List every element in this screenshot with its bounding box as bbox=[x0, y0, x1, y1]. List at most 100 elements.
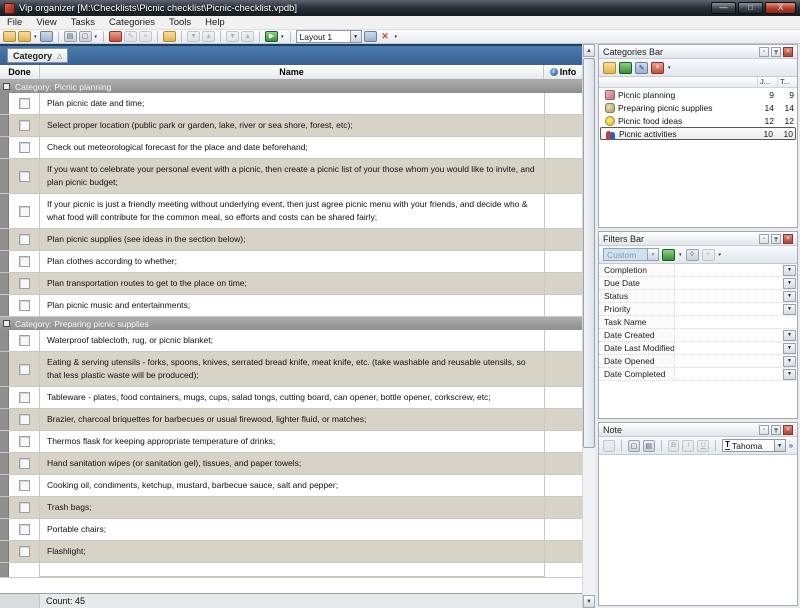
task-row[interactable]: Cooking oil, condiments, ketchup, mustar… bbox=[0, 475, 582, 497]
chevron-down-icon[interactable]: ▼ bbox=[783, 343, 796, 354]
task-row[interactable]: Hand sanitation wipes (or sanitation gel… bbox=[0, 453, 582, 475]
category-item[interactable]: Picnic planning99 bbox=[600, 88, 796, 101]
chevron-down-icon[interactable]: ▼ bbox=[783, 304, 796, 315]
scrollbar-thumb[interactable] bbox=[583, 58, 595, 448]
task-row[interactable]: Portable chairs; bbox=[0, 519, 582, 541]
chevron-down-icon[interactable]: ▼ bbox=[647, 249, 658, 260]
close-button[interactable]: X bbox=[765, 2, 796, 14]
task-row[interactable]: Plan picnic date and time; bbox=[0, 93, 582, 115]
task-checkbox[interactable] bbox=[19, 546, 30, 557]
filter-value-field[interactable] bbox=[675, 342, 783, 354]
task-row[interactable]: Flashlight; bbox=[0, 541, 582, 563]
toolbar-overflow-icon[interactable]: » bbox=[789, 441, 793, 450]
category-group-header[interactable]: Category: Picnic planning bbox=[0, 80, 582, 93]
task-row[interactable]: Trash bags; bbox=[0, 497, 582, 519]
task-checkbox[interactable] bbox=[19, 414, 30, 425]
task-row[interactable]: Waterproof tablecloth, rug, or picnic bl… bbox=[0, 330, 582, 352]
task-checkbox[interactable] bbox=[19, 142, 30, 153]
minimize-button[interactable]: — bbox=[711, 2, 736, 14]
save-icon[interactable] bbox=[40, 31, 53, 42]
chevron-down-icon[interactable]: ▾ bbox=[280, 34, 285, 40]
panel-close-icon[interactable]: × bbox=[783, 234, 793, 244]
delete-category-icon[interactable]: × bbox=[651, 62, 664, 74]
filter-value-field[interactable] bbox=[675, 290, 783, 302]
chevron-down-icon[interactable]: ▼ bbox=[783, 369, 796, 380]
print-preview-icon[interactable]: ▢ bbox=[79, 31, 92, 42]
collapse-icon[interactable] bbox=[3, 83, 10, 90]
task-notes-icon[interactable] bbox=[163, 31, 176, 42]
task-checkbox[interactable] bbox=[19, 278, 30, 289]
categories-col2-header[interactable]: T... bbox=[777, 77, 797, 87]
task-checkbox[interactable] bbox=[19, 458, 30, 469]
filter-value-field[interactable] bbox=[675, 316, 797, 328]
task-checkbox[interactable] bbox=[19, 171, 30, 182]
chevron-down-icon[interactable]: ▼ bbox=[783, 291, 796, 302]
menu-tasks[interactable]: Tasks bbox=[64, 17, 102, 28]
scroll-down-icon[interactable]: ▼ bbox=[583, 595, 595, 608]
panel-maximize-icon[interactable]: ▫ bbox=[759, 47, 769, 57]
maximize-button[interactable]: □ bbox=[738, 2, 763, 14]
task-row[interactable]: If you want to celebrate your personal e… bbox=[0, 159, 582, 194]
menu-view[interactable]: View bbox=[29, 17, 63, 28]
menu-tools[interactable]: Tools bbox=[162, 17, 198, 28]
task-checkbox[interactable] bbox=[19, 392, 30, 403]
toolbar-overflow-icon[interactable]: ▾ bbox=[667, 65, 672, 71]
scroll-up-icon[interactable]: ▲ bbox=[583, 44, 595, 57]
task-row[interactable]: Check out meteorological forecast for th… bbox=[0, 137, 582, 159]
filter-value-field[interactable] bbox=[675, 355, 783, 367]
collapse-icon[interactable] bbox=[3, 320, 10, 327]
apply-filter-dropdown-icon[interactable]: ▾ bbox=[678, 252, 683, 258]
chevron-down-icon[interactable]: ▼ bbox=[783, 356, 796, 367]
filter-value-field[interactable] bbox=[675, 303, 783, 315]
chevron-down-icon[interactable]: ▼ bbox=[350, 31, 361, 42]
categories-col1-header[interactable]: J... bbox=[757, 77, 777, 87]
menu-categories[interactable]: Categories bbox=[102, 17, 162, 28]
category-item[interactable]: Picnic food ideas1212 bbox=[600, 114, 796, 127]
task-row[interactable]: Plan picnic music and entertainments; bbox=[0, 295, 582, 317]
task-checkbox[interactable] bbox=[19, 300, 30, 311]
filter-preset-combo[interactable]: Custom ▼ bbox=[603, 248, 659, 261]
task-checkbox[interactable] bbox=[19, 364, 30, 375]
task-checkbox[interactable] bbox=[19, 335, 30, 346]
task-row[interactable]: Plan transportation routes to get to the… bbox=[0, 273, 582, 295]
grid-vertical-scrollbar[interactable]: ▲ ▼ bbox=[582, 44, 595, 608]
chevron-down-icon[interactable]: ▾ bbox=[33, 34, 38, 40]
column-header-info[interactable]: i Info bbox=[544, 65, 582, 79]
chevron-down-icon[interactable]: ▼ bbox=[783, 265, 796, 276]
chevron-down-icon[interactable]: ▼ bbox=[783, 278, 796, 289]
layout-combo[interactable]: Layout 1▼ bbox=[296, 30, 362, 43]
task-checkbox[interactable] bbox=[19, 206, 30, 217]
panel-pin-icon[interactable]: ┳ bbox=[771, 234, 781, 244]
task-row[interactable]: Plan picnic supplies (see ideas in the s… bbox=[0, 229, 582, 251]
menu-help[interactable]: Help bbox=[198, 17, 232, 28]
chevron-down-icon[interactable]: ▼ bbox=[783, 330, 796, 341]
new-note-icon[interactable]: ▢ bbox=[628, 440, 640, 452]
group-by-category-button[interactable]: Category △ bbox=[7, 48, 68, 63]
panel-pin-icon[interactable]: ┳ bbox=[771, 47, 781, 57]
panel-close-icon[interactable]: × bbox=[783, 425, 793, 435]
task-checkbox[interactable] bbox=[19, 480, 30, 491]
menu-file[interactable]: File bbox=[0, 17, 29, 28]
open-organizer-icon[interactable] bbox=[18, 31, 31, 42]
task-row[interactable]: Tableware - plates, food containers, mug… bbox=[0, 387, 582, 409]
panel-maximize-icon[interactable]: ▫ bbox=[759, 234, 769, 244]
edit-category-icon[interactable]: ✎ bbox=[635, 62, 648, 74]
task-checkbox[interactable] bbox=[19, 120, 30, 131]
filter-value-field[interactable] bbox=[675, 264, 783, 276]
task-checkbox[interactable] bbox=[19, 98, 30, 109]
task-row[interactable]: Plan clothes according to whether; bbox=[0, 251, 582, 273]
toolbar-overflow-icon[interactable]: ▾ bbox=[718, 252, 723, 258]
task-checkbox[interactable] bbox=[19, 502, 30, 513]
task-checkbox[interactable] bbox=[19, 436, 30, 447]
task-row[interactable]: Thermos flask for keeping appropriate te… bbox=[0, 431, 582, 453]
chevron-down-icon[interactable]: ▾ bbox=[94, 34, 99, 40]
customize-layout-icon[interactable] bbox=[364, 31, 377, 42]
task-row[interactable]: Eating & serving utensils - forks, spoon… bbox=[0, 352, 582, 387]
go-layout-icon[interactable]: ▶ bbox=[265, 31, 278, 42]
task-checkbox[interactable] bbox=[19, 524, 30, 535]
filter-value-field[interactable] bbox=[675, 368, 783, 380]
task-row[interactable]: Select proper location (public park or g… bbox=[0, 115, 582, 137]
column-header-done[interactable]: Done bbox=[0, 65, 40, 79]
task-checkbox[interactable] bbox=[19, 234, 30, 245]
print-note-icon[interactable]: ▤ bbox=[643, 440, 655, 452]
